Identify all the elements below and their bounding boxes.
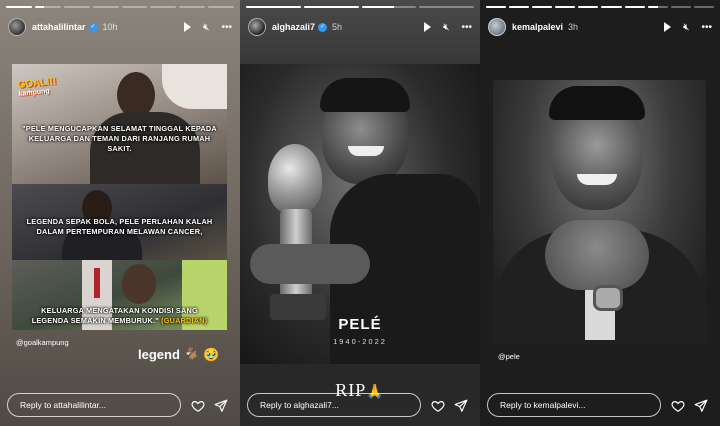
send-icon[interactable]: [214, 399, 228, 413]
story-attahalilintar[interactable]: attahalilintar ✓ 10h 🔇︎ ••• GOAL!!! kamp…: [0, 0, 240, 426]
text-sticker: legend 🐐 🥹: [138, 347, 220, 362]
mute-icon[interactable]: 🔇︎: [683, 22, 689, 33]
progress-segment: [486, 6, 507, 8]
username[interactable]: kemalpalevi: [512, 22, 563, 32]
send-icon[interactable]: [694, 399, 708, 413]
story-alghazali7[interactable]: alghazali7 ✓ 5h 🔇︎ ••• PELÉ 1940-2022 RI…: [240, 0, 480, 426]
progress-segment: [208, 6, 234, 8]
progress-segment: [419, 6, 474, 8]
post-time: 3h: [568, 22, 579, 32]
story-progress: [486, 6, 714, 8]
caption-3: KELUARGA MENGATAKAN KONDISI SANG LEGENDA…: [31, 306, 208, 325]
story-image: [493, 80, 706, 344]
progress-segment: [532, 6, 553, 8]
reply-input[interactable]: Reply to alghazali7...: [247, 393, 421, 417]
story-image: GOAL!!! kampung "PELE MENGUCAPKAN SELAMA…: [12, 64, 227, 330]
progress-segment: [92, 6, 119, 8]
progress-segment: [63, 6, 90, 8]
caption-1: "PELE MENGUCAPKAN SELAMAT TINGGAL KEPADA…: [22, 124, 217, 153]
progress-segment: [6, 6, 32, 8]
verified-badge-icon: ✓: [88, 22, 98, 32]
heart-icon[interactable]: [431, 399, 445, 413]
story-header: kemalpalevi 3h 🔇︎ •••: [488, 16, 712, 38]
mention-link[interactable]: @goalkampung: [16, 338, 69, 347]
story-kemalpalevi[interactable]: kemalpalevi 3h 🔇︎ ••• @pele Reply to kem…: [480, 0, 720, 426]
story-header: attahalilintar ✓ 10h 🔇︎ •••: [8, 16, 232, 38]
username[interactable]: alghazali7: [272, 22, 315, 32]
play-icon[interactable]: [664, 22, 672, 32]
play-icon[interactable]: [424, 22, 432, 32]
more-icon[interactable]: •••: [221, 22, 232, 33]
progress-segment: [578, 6, 599, 8]
progress-segment: [670, 6, 691, 8]
reply-input[interactable]: Reply to kemalpalevi...: [487, 393, 661, 417]
heart-icon[interactable]: [671, 399, 685, 413]
avatar[interactable]: [248, 18, 266, 36]
progress-segment: [303, 6, 359, 8]
mute-icon[interactable]: 🔇︎: [443, 22, 449, 33]
mention-link[interactable]: @pele: [498, 352, 520, 361]
progress-segment: [509, 6, 530, 8]
post-time: 10h: [102, 22, 118, 32]
progress-segment: [555, 6, 576, 8]
progress-segment: [34, 6, 61, 8]
send-icon[interactable]: [454, 399, 468, 413]
progress-segment: [647, 6, 668, 8]
title-text: PELÉ: [338, 316, 382, 333]
story-progress: [6, 6, 234, 8]
caption-2: LEGENDA SEPAK BOLA, PELE PERLAHAN KALAH …: [26, 217, 213, 236]
more-icon[interactable]: •••: [461, 22, 472, 33]
avatar[interactable]: [8, 18, 26, 36]
story-header: alghazali7 ✓ 5h 🔇︎ •••: [248, 16, 472, 38]
progress-segment: [179, 6, 206, 8]
progress-segment: [246, 6, 301, 8]
progress-segment: [150, 6, 177, 8]
dates-text: 1940-2022: [333, 337, 387, 346]
reply-input[interactable]: Reply to attahalilintar...: [7, 393, 181, 417]
progress-segment: [624, 6, 645, 8]
progress-segment: [121, 6, 148, 8]
mute-icon[interactable]: 🔇︎: [203, 22, 209, 33]
verified-badge-icon: ✓: [318, 22, 328, 32]
play-icon[interactable]: [184, 22, 192, 32]
progress-segment: [601, 6, 622, 8]
avatar[interactable]: [488, 18, 506, 36]
progress-segment: [361, 6, 417, 8]
progress-segment: [693, 6, 714, 8]
post-time: 5h: [332, 22, 343, 32]
more-icon[interactable]: •••: [701, 22, 712, 33]
story-progress: [246, 6, 474, 8]
username[interactable]: attahalilintar: [32, 22, 86, 32]
heart-icon[interactable]: [191, 399, 205, 413]
